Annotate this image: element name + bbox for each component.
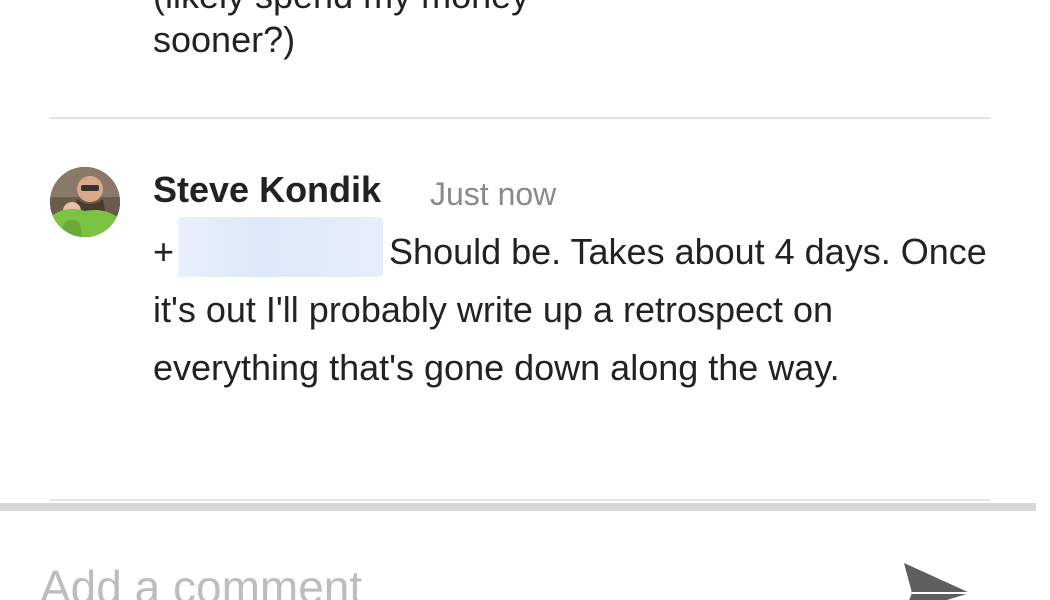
comment-timestamp: Just now <box>430 176 557 212</box>
previous-comment-text: sooner?) <box>153 19 296 60</box>
comments-screen: (likely spend my money sooner?) Steve Ko… <box>0 0 1050 600</box>
comment-author[interactable]: Steve Kondik <box>153 169 381 211</box>
add-comment-input[interactable] <box>40 557 820 600</box>
comment-divider-bottom <box>50 499 990 501</box>
comment-item: Steve Kondik Just now + Should be. Takes … <box>0 119 1050 499</box>
user-mention[interactable]: + <box>153 217 389 281</box>
send-button[interactable] <box>898 563 978 600</box>
previous-comment: (likely spend my money sooner?) <box>153 0 993 118</box>
mention-prefix: + <box>153 231 175 272</box>
send-icon <box>904 563 970 600</box>
comment-body-first-line: Should be. Takes about 4 days. <box>389 231 891 272</box>
comment-composer <box>0 511 1050 600</box>
avatar[interactable] <box>50 167 120 237</box>
avatar-image <box>50 167 120 237</box>
composer-top-border <box>0 503 1036 511</box>
redacted-name <box>178 217 384 277</box>
comment-body: + Should be. Takes about 4 days. Once it'… <box>153 217 1003 397</box>
previous-comment-text-cut: (likely spend my money <box>153 0 529 18</box>
